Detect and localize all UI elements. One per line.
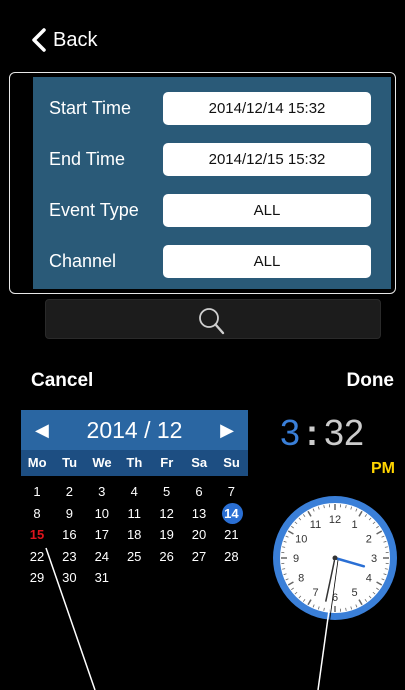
channel-field[interactable]: ALL: [163, 244, 371, 278]
analog-clock[interactable]: 12 12 3 45 6 78 9 1011: [270, 493, 400, 623]
calendar-day[interactable]: 5: [151, 481, 183, 503]
end-time-label: End Time: [49, 148, 126, 169]
next-month-button[interactable]: ▶: [220, 420, 234, 441]
clock-number: 5: [351, 587, 357, 599]
weekday-label: Fr: [160, 455, 174, 470]
clock-number: 10: [295, 534, 307, 546]
calendar-day[interactable]: 23: [53, 546, 85, 568]
calendar-day[interactable]: 21: [215, 524, 247, 546]
cancel-button[interactable]: Cancel: [31, 370, 93, 392]
clock-number: 6: [332, 592, 338, 604]
done-button[interactable]: Done: [347, 370, 395, 392]
calendar-day[interactable]: 30: [53, 567, 85, 589]
weekday-label: Su: [223, 455, 240, 470]
calendar-day[interactable]: 22: [21, 546, 53, 568]
clock-number: 8: [298, 573, 304, 585]
weekday-label: Sa: [191, 455, 208, 470]
event-type-field[interactable]: ALL: [163, 193, 371, 227]
calendar-day[interactable]: 18: [118, 524, 150, 546]
weekday-label: Tu: [62, 455, 78, 470]
calendar-day[interactable]: 11: [118, 503, 150, 525]
time-display: 3 : 32: [280, 410, 400, 456]
calendar-day[interactable]: 8: [21, 503, 53, 525]
clock-number: 12: [329, 514, 341, 526]
calendar-day[interactable]: 27: [183, 546, 215, 568]
calendar-day[interactable]: 7: [215, 481, 247, 503]
clock-number: 9: [293, 553, 299, 565]
calendar-day[interactable]: 20: [183, 524, 215, 546]
calendar-day[interactable]: 14: [215, 502, 247, 525]
end-time-field[interactable]: 2014/12/15 15:32: [163, 142, 371, 176]
calendar-day[interactable]: 24: [86, 546, 118, 568]
chevron-left-icon: [32, 28, 46, 52]
clock-number: 3: [371, 553, 377, 565]
clock-number: 11: [310, 519, 321, 531]
prev-month-button[interactable]: ◀: [35, 420, 49, 441]
filter-panel: Start Time 2014/12/14 15:32 End Time 201…: [33, 77, 391, 289]
minute-value[interactable]: 32: [324, 412, 364, 454]
clock-number: 7: [312, 587, 318, 599]
search-icon: [199, 308, 225, 335]
start-time-row: Start Time 2014/12/14 15:32: [33, 82, 391, 134]
end-time-row: End Time 2014/12/15 15:32: [33, 133, 391, 185]
calendar-day[interactable]: 17: [86, 524, 118, 546]
calendar-day[interactable]: 13: [183, 503, 215, 525]
calendar-day[interactable]: 26: [151, 546, 183, 568]
calendar-day[interactable]: 3: [86, 481, 118, 503]
event-type-row: Event Type ALL: [33, 184, 391, 236]
calendar-day[interactable]: 25: [118, 546, 150, 568]
back-button[interactable]: Back: [31, 25, 97, 55]
start-time-label: Start Time: [49, 97, 132, 118]
clock-center: [332, 555, 338, 561]
calendar-header: ◀ 2014 / 12 ▶: [21, 410, 248, 450]
header: Back: [0, 0, 405, 72]
month-label: 2014 / 12: [86, 416, 183, 443]
calendar-day[interactable]: 1: [21, 481, 53, 503]
calendar-day[interactable]: 4: [118, 481, 150, 503]
calendar-day[interactable]: 16: [53, 524, 85, 546]
calendar-day[interactable]: 15: [21, 524, 53, 546]
calendar-day[interactable]: 12: [151, 503, 183, 525]
time-separator: :: [306, 412, 319, 453]
calendar-day[interactable]: 2: [53, 481, 85, 503]
start-time-field[interactable]: 2014/12/14 15:32: [163, 91, 371, 125]
hour-value[interactable]: 3: [280, 412, 300, 454]
channel-label: Channel: [49, 250, 117, 271]
calendar-day[interactable]: 31: [86, 567, 118, 589]
calendar-day[interactable]: 28: [215, 546, 247, 568]
weekday-label: Mo: [27, 455, 47, 470]
ampm-toggle[interactable]: PM: [371, 460, 395, 478]
weekday-row: Mo Tu We Th Fr Sa Su: [21, 450, 248, 476]
back-label: Back: [53, 28, 98, 51]
clock-number: 1: [351, 519, 357, 531]
weekday-label: We: [92, 455, 112, 470]
search-button[interactable]: [45, 299, 381, 339]
calendar-day[interactable]: 9: [53, 503, 85, 525]
calendar-day[interactable]: 10: [86, 503, 118, 525]
channel-row: Channel ALL: [33, 235, 391, 287]
calendar-day[interactable]: 19: [151, 524, 183, 546]
calendar-day[interactable]: 6: [183, 481, 215, 503]
clock-number: 4: [366, 573, 372, 585]
weekday-label: Th: [126, 455, 143, 470]
clock-number: 2: [366, 534, 372, 546]
event-type-label: Event Type: [49, 199, 139, 220]
calendar-day[interactable]: 29: [21, 567, 53, 589]
